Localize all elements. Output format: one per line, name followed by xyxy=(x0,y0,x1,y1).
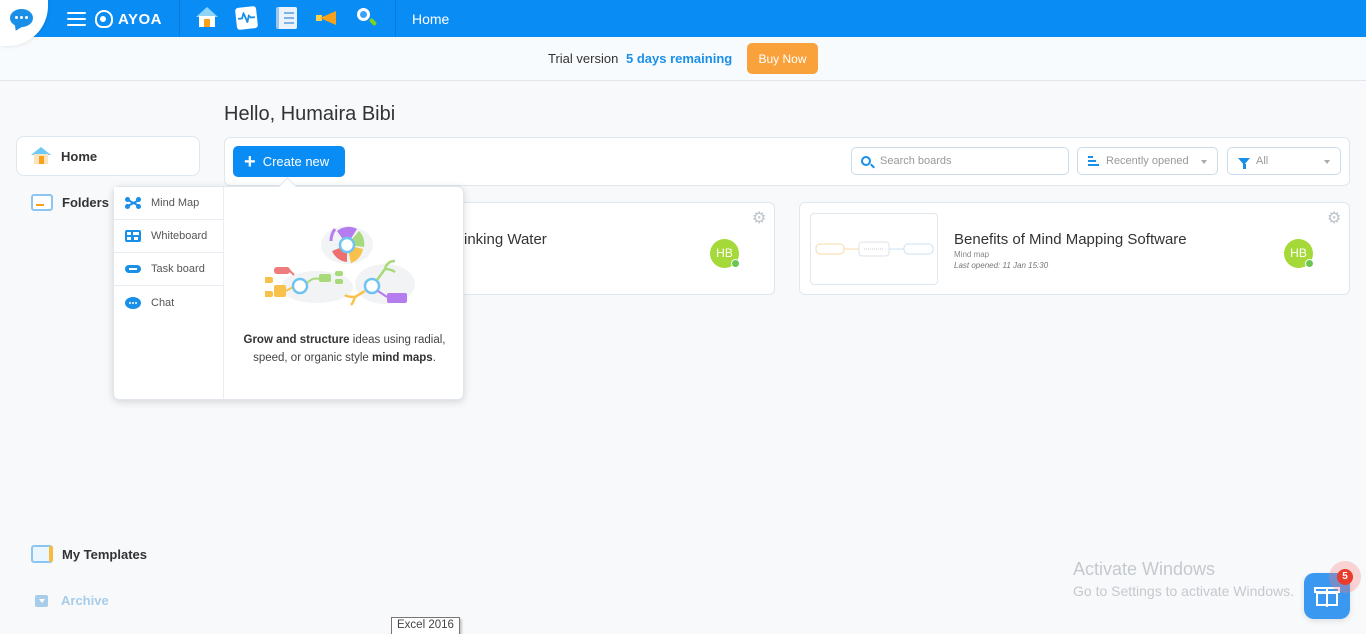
avatar-initials: HB xyxy=(1290,246,1307,260)
archive-icon xyxy=(35,594,48,607)
trial-days-remaining: 5 days remaining xyxy=(626,51,733,66)
sidebar-item-archive[interactable]: Archive xyxy=(31,593,109,608)
chat-bubble-icon xyxy=(10,9,33,27)
megaphone-icon[interactable] xyxy=(316,7,337,29)
avatar-initials: HB xyxy=(716,246,733,260)
mind-map-illustration xyxy=(265,226,415,306)
search-boards-field[interactable] xyxy=(851,147,1069,175)
mindmap-icon xyxy=(125,197,141,209)
create-new-label: Create new xyxy=(262,154,330,169)
board-type: Mind map xyxy=(954,250,990,259)
menu-item-label: Task board xyxy=(151,263,205,275)
whiteboard-icon xyxy=(125,230,141,242)
board-title: rinking Water xyxy=(459,231,547,248)
sidebar-item-label: Home xyxy=(61,149,98,164)
chat-icon xyxy=(125,296,141,309)
sidebar-item-label: My Templates xyxy=(62,546,148,562)
create-new-dropdown: Mind Map Whiteboard Task board Chat Grow… xyxy=(113,186,464,400)
sidebar-item-label: Archive xyxy=(61,593,109,608)
search-boards-input[interactable] xyxy=(880,155,1060,167)
board-title: Benefits of Mind Mapping Software xyxy=(954,231,1187,248)
hamburger-menu-icon[interactable] xyxy=(67,12,86,26)
chevron-down-icon xyxy=(1324,160,1330,164)
menu-item-task-board[interactable]: Task board xyxy=(114,253,223,286)
taskboard-icon xyxy=(125,265,141,273)
sidebar-item-templates[interactable]: My Templates xyxy=(31,545,147,563)
gift-icon-ribbon xyxy=(1326,587,1328,607)
filter-icon xyxy=(1238,157,1250,169)
ayoa-logo-mark-icon xyxy=(95,10,113,28)
chevron-down-icon xyxy=(1201,160,1207,164)
search-icon xyxy=(861,156,871,166)
home-icon[interactable] xyxy=(196,7,218,29)
plus-icon: + xyxy=(244,150,256,173)
avatar: HB xyxy=(1284,239,1314,268)
boards-toolbar: + Create new Recently opened All xyxy=(224,137,1350,186)
trial-label: Trial version xyxy=(548,51,619,66)
sort-value: Recently opened xyxy=(1106,155,1189,167)
notes-icon[interactable] xyxy=(276,7,297,29)
filter-value: All xyxy=(1256,155,1269,167)
sort-icon xyxy=(1088,156,1099,166)
sidebar-item-home[interactable]: Home xyxy=(16,136,200,176)
activity-icon[interactable] xyxy=(234,5,259,31)
page-title: Home xyxy=(412,11,450,27)
top-navigation-bar: AYOA Home xyxy=(0,0,1366,37)
gear-icon[interactable]: ⚙ xyxy=(752,211,766,227)
create-new-button[interactable]: + Create new xyxy=(233,146,345,177)
brand-name: AYOA xyxy=(118,10,162,28)
menu-item-mind-map[interactable]: Mind Map xyxy=(114,187,223,220)
topbar-divider xyxy=(179,0,180,37)
create-type-menu: Mind Map Whiteboard Task board Chat xyxy=(114,187,224,399)
trial-banner: Trial version 5 days remaining Buy Now xyxy=(0,37,1366,81)
home-icon xyxy=(31,147,52,165)
menu-item-chat[interactable]: Chat xyxy=(114,286,223,319)
notification-badge: 5 xyxy=(1337,569,1353,585)
ayoa-logo[interactable]: AYOA xyxy=(95,9,162,29)
folder-icon xyxy=(31,194,53,211)
mind-map-description: Grow and structure ideas using radial, s… xyxy=(237,331,452,367)
desc-text: . xyxy=(432,352,436,364)
menu-item-label: Chat xyxy=(151,296,175,309)
sidebar-item-label: Folders xyxy=(62,195,109,210)
board-card[interactable]: Benefits of Mind Mapping Software Mind m… xyxy=(799,202,1350,295)
menu-item-label: Mind Map xyxy=(151,197,200,209)
desc-bold: mind maps xyxy=(371,352,433,364)
sort-select[interactable]: Recently opened xyxy=(1077,147,1218,175)
desc-bold: Grow and structure xyxy=(243,334,350,346)
templates-icon xyxy=(31,545,53,563)
topbar-divider xyxy=(395,0,396,37)
menu-item-label: Whiteboard xyxy=(151,230,208,242)
online-status-indicator xyxy=(1305,259,1314,268)
online-status-indicator xyxy=(731,259,740,268)
mind-map-preview: Grow and structure ideas using radial, s… xyxy=(225,187,464,399)
menu-item-whiteboard[interactable]: Whiteboard xyxy=(114,220,223,253)
avatar: HB xyxy=(710,239,740,268)
greeting-heading: Hello, Humaira Bibi xyxy=(224,103,396,125)
board-thumbnail xyxy=(810,213,938,285)
buy-now-button[interactable]: Buy Now xyxy=(747,43,818,74)
board-last-opened: Last opened: 11 Jan 15:30 xyxy=(954,261,1049,270)
topbar-nav-icons xyxy=(196,5,378,31)
taskbar-tooltip: Excel 2016 xyxy=(391,617,460,634)
gear-icon[interactable]: ⚙ xyxy=(1327,211,1341,227)
activate-windows-title: Activate Windows xyxy=(1073,559,1216,579)
sidebar-item-folders[interactable]: Folders xyxy=(31,194,109,211)
search-icon[interactable] xyxy=(356,7,378,29)
filter-select[interactable]: All xyxy=(1227,147,1341,175)
activate-windows-subtitle: Go to Settings to activate Windows. xyxy=(1073,583,1294,599)
